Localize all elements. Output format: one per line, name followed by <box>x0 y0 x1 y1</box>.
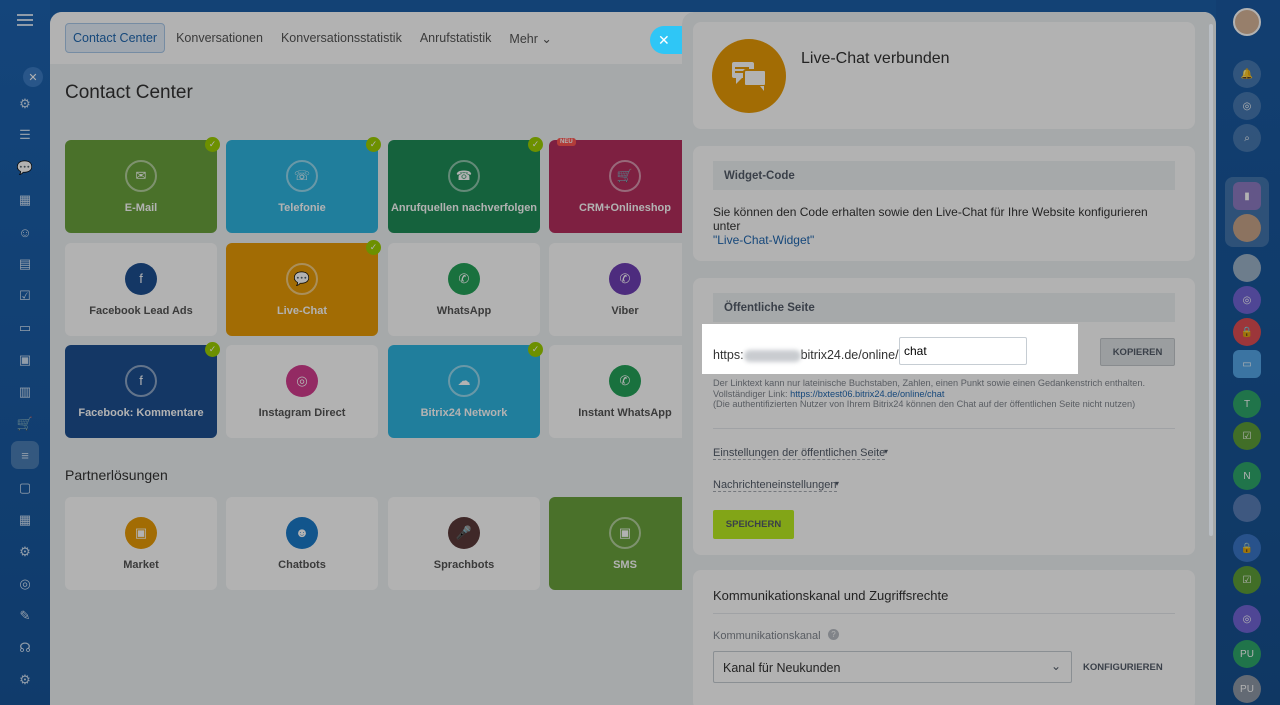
close-icon: ✕ <box>658 31 670 48</box>
live-chat-slider: Live-Chat verbunden Widget-Code Sie könn… <box>682 12 1216 705</box>
highlight-dim-top <box>682 12 1216 324</box>
url-prefix: https: <box>713 348 744 362</box>
highlight-dim-right <box>1078 324 1216 374</box>
url-suffix: bitrix24.de/online/ <box>800 348 899 362</box>
slider-scrollbar[interactable] <box>1209 24 1213 536</box>
slider-close-button[interactable]: ✕ <box>650 26 686 54</box>
highlight-dim-left <box>682 324 702 374</box>
highlight-dim-bottom <box>682 374 1216 705</box>
public-link-input[interactable]: chat <box>899 337 1027 365</box>
blurred-domain <box>743 349 801 362</box>
